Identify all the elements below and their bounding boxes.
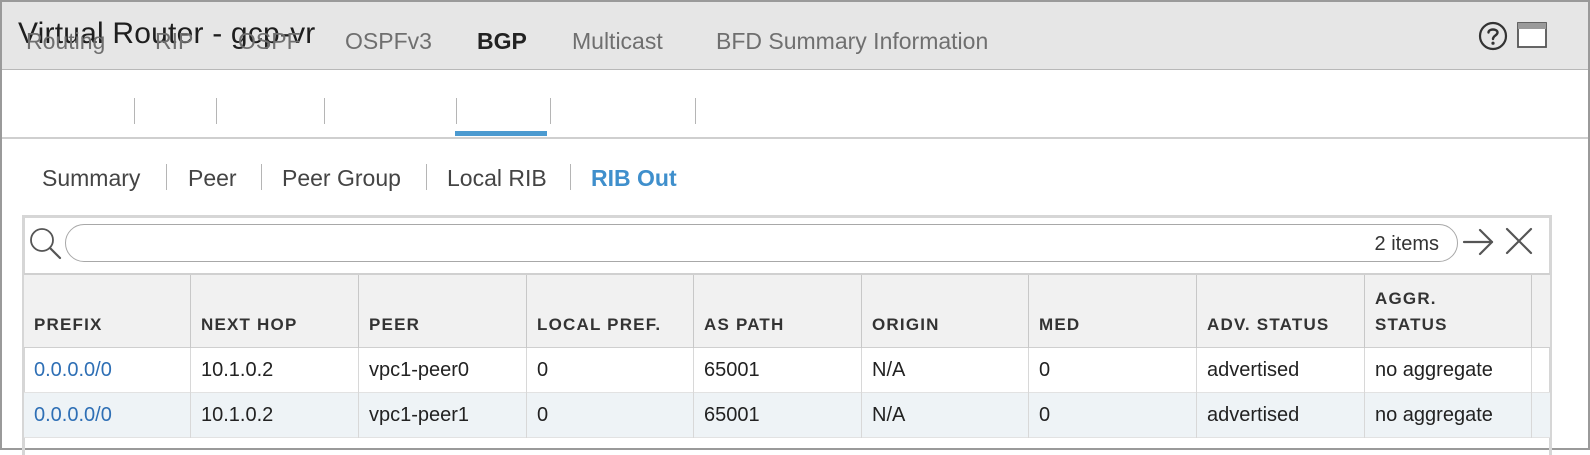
prefix-cell[interactable]: 0.0.0.0/0 [24,393,191,438]
adv-status-cell: advertised [1197,393,1365,438]
column-header-next-hop[interactable]: NEXT HOP [191,275,359,350]
as-path-cell: 65001 [694,393,862,438]
tab-separator [324,98,325,124]
tab-separator [216,98,217,124]
tab-rip[interactable]: RIP [155,2,193,71]
med-cell: 0 [1029,393,1197,438]
as-path-cell: 65001 [694,348,862,393]
virtual-router-dialog: Virtual Router - gcp-vr Routing RIP OSPF… [0,0,1590,455]
main-tab-bar [2,70,1588,139]
tab-multicast[interactable]: Multicast [572,2,663,71]
filter-input[interactable]: 2 items [65,224,1458,262]
search-icon [30,228,62,260]
tab-separator [456,98,457,124]
item-count: 2 items [1374,233,1439,255]
tab-bgp[interactable]: BGP [477,2,527,71]
column-header-local-pref[interactable]: LOCAL PREF. [527,275,694,350]
close-icon[interactable] [1504,226,1534,256]
tab-separator [695,98,696,124]
subtab-peer[interactable]: Peer [188,160,237,196]
local-pref-cell: 0 [527,393,694,438]
column-header-prefix[interactable]: PREFIX [24,275,191,350]
column-header-peer[interactable]: PEER [359,275,527,350]
prefix-cell[interactable]: 0.0.0.0/0 [24,348,191,393]
subtab-separator [166,164,167,190]
subtab-rib-out[interactable]: RIB Out [591,160,677,196]
subtab-summary[interactable]: Summary [42,160,140,196]
med-cell: 0 [1029,348,1197,393]
tab-separator [550,98,551,124]
tab-bfd-summary-information[interactable]: BFD Summary Information [716,2,988,71]
next-hop-cell: 10.1.0.2 [191,348,359,393]
column-header-adv-status[interactable]: ADV. STATUS [1197,275,1365,350]
origin-cell: N/A [862,348,1029,393]
tab-routing[interactable]: Routing [26,2,105,71]
table-row[interactable]: 0.0.0.0/0 10.1.0.2 vpc1-peer0 0 65001 N/… [24,348,1550,393]
subtab-separator [570,164,571,190]
subtab-peer-group[interactable]: Peer Group [282,160,401,196]
local-pref-cell: 0 [527,348,694,393]
subtab-local-rib[interactable]: Local RIB [447,160,547,196]
column-header-as-path[interactable]: AS PATH [694,275,862,350]
adv-status-cell: advertised [1197,348,1365,393]
peer-cell: vpc1-peer1 [359,393,527,438]
column-header-med[interactable]: MED [1029,275,1197,350]
active-tab-indicator [455,131,547,136]
table-row[interactable]: 0.0.0.0/0 10.1.0.2 vpc1-peer1 0 65001 N/… [24,393,1550,438]
restore-window-icon[interactable] [1516,21,1548,49]
aggr-status-cell: no aggregate [1365,393,1532,438]
next-hop-cell: 10.1.0.2 [191,393,359,438]
tab-separator [134,98,135,124]
aggr-status-cell: no aggregate [1365,348,1532,393]
peer-cell: vpc1-peer0 [359,348,527,393]
column-header-origin[interactable]: ORIGIN [862,275,1029,350]
arrow-right-icon[interactable] [1462,227,1496,257]
help-icon[interactable] [1478,21,1508,51]
table-header: PREFIX NEXT HOP PEER LOCAL PREF. AS PATH… [24,273,1550,350]
tab-ospfv3[interactable]: OSPFv3 [345,2,432,71]
subtab-separator [261,164,262,190]
origin-cell: N/A [862,393,1029,438]
subtab-separator [426,164,427,190]
tab-ospf[interactable]: OSPF [238,2,301,71]
column-header-aggr-status[interactable]: AGGR. STATUS [1365,275,1532,350]
